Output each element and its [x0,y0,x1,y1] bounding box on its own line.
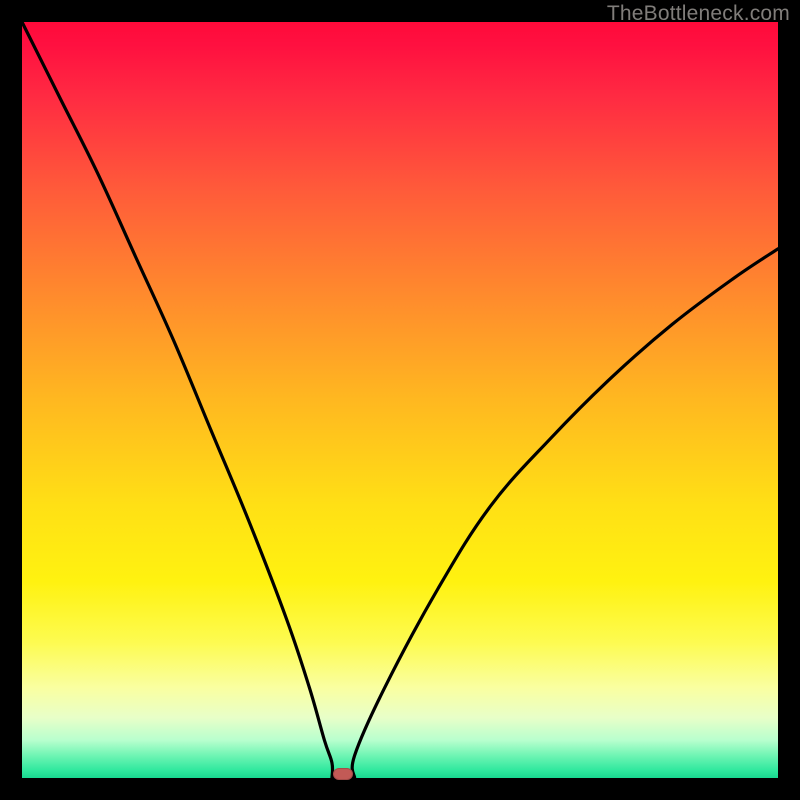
bottleneck-curve [22,22,778,778]
plot-area [22,22,778,778]
watermark-text: TheBottleneck.com [607,2,790,26]
minimum-marker [333,768,353,780]
